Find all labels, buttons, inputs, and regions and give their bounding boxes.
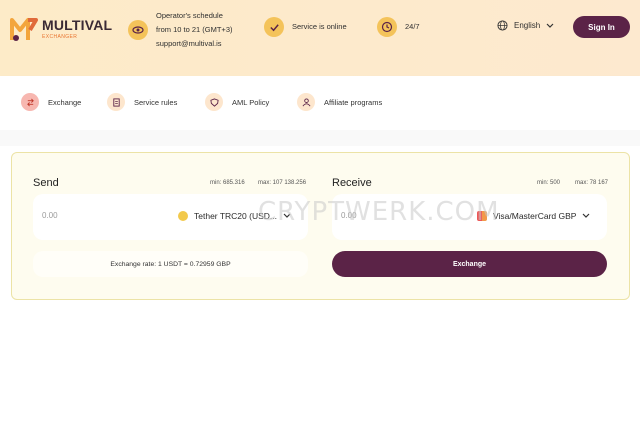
schedule-hours: from 10 to 21 (GMT+3) xyxy=(156,25,233,34)
shield-icon xyxy=(205,93,223,111)
logo-subtitle: EXCHANGER xyxy=(42,34,78,40)
receive-title: Receive xyxy=(332,177,372,189)
schedule-title: Operator's schedule xyxy=(156,11,223,20)
nav-item-label: Affiliate programs xyxy=(324,97,383,107)
send-amount-input[interactable]: 0.00 xyxy=(42,211,58,220)
main-nav: Exchange Service rules AML Policy Affili… xyxy=(0,76,640,130)
nav-item-label: Service rules xyxy=(134,97,178,107)
language-selector[interactable]: English xyxy=(497,20,554,31)
chevron-down-icon xyxy=(583,213,590,218)
nav-item-label: AML Policy xyxy=(232,97,270,107)
divider-band xyxy=(0,130,640,146)
operator-schedule: Operator's schedule from 10 to 21 (GMT+3… xyxy=(128,9,232,51)
exchange-button[interactable]: Exchange xyxy=(332,251,607,277)
logo[interactable]: MULTIVAL EXCHANGER xyxy=(10,14,113,44)
document-icon xyxy=(107,93,125,111)
logo-text: MULTIVAL xyxy=(42,17,113,33)
send-min: min: 685.316 xyxy=(210,180,245,186)
exchange-rate: Exchange rate: 1 USDT = 0.72959 GBP xyxy=(33,251,308,277)
clock-icon xyxy=(377,17,397,37)
watermark: CRYPTWERK.COM xyxy=(258,197,500,227)
nav-item-label: Exchange xyxy=(48,97,82,107)
receive-max: max: 78 167 xyxy=(575,180,609,186)
send-max: max: 107 138.256 xyxy=(258,180,307,186)
exchange-icon xyxy=(21,93,39,111)
nav-item-affiliate-programs[interactable]: Affiliate programs xyxy=(297,93,382,111)
nav-item-aml-policy[interactable]: AML Policy xyxy=(205,93,269,111)
status-label: Service is online xyxy=(292,22,347,31)
nav-item-service-rules[interactable]: Service rules xyxy=(107,93,177,111)
language-label: English xyxy=(514,21,541,30)
availability: 24/7 xyxy=(377,17,420,37)
users-icon xyxy=(297,93,315,111)
service-status: Service is online xyxy=(264,17,347,37)
support-email[interactable]: support@multival.is xyxy=(156,37,232,51)
eye-icon xyxy=(128,20,148,40)
logo-mark-icon xyxy=(10,18,38,41)
header: MULTIVAL EXCHANGER Operator's schedule f… xyxy=(0,0,640,76)
nav-item-exchange[interactable]: Exchange xyxy=(21,93,81,111)
tether-coin-icon xyxy=(178,211,188,221)
check-icon xyxy=(264,17,284,37)
sign-in-button[interactable]: Sign In xyxy=(573,16,630,38)
receive-min: min: 500 xyxy=(537,180,561,186)
availability-label: 24/7 xyxy=(405,22,420,31)
receive-currency-label: Visa/MasterCard GBP xyxy=(493,211,577,221)
chevron-down-icon xyxy=(546,23,554,28)
globe-icon xyxy=(497,20,508,31)
send-title: Send xyxy=(33,177,59,189)
